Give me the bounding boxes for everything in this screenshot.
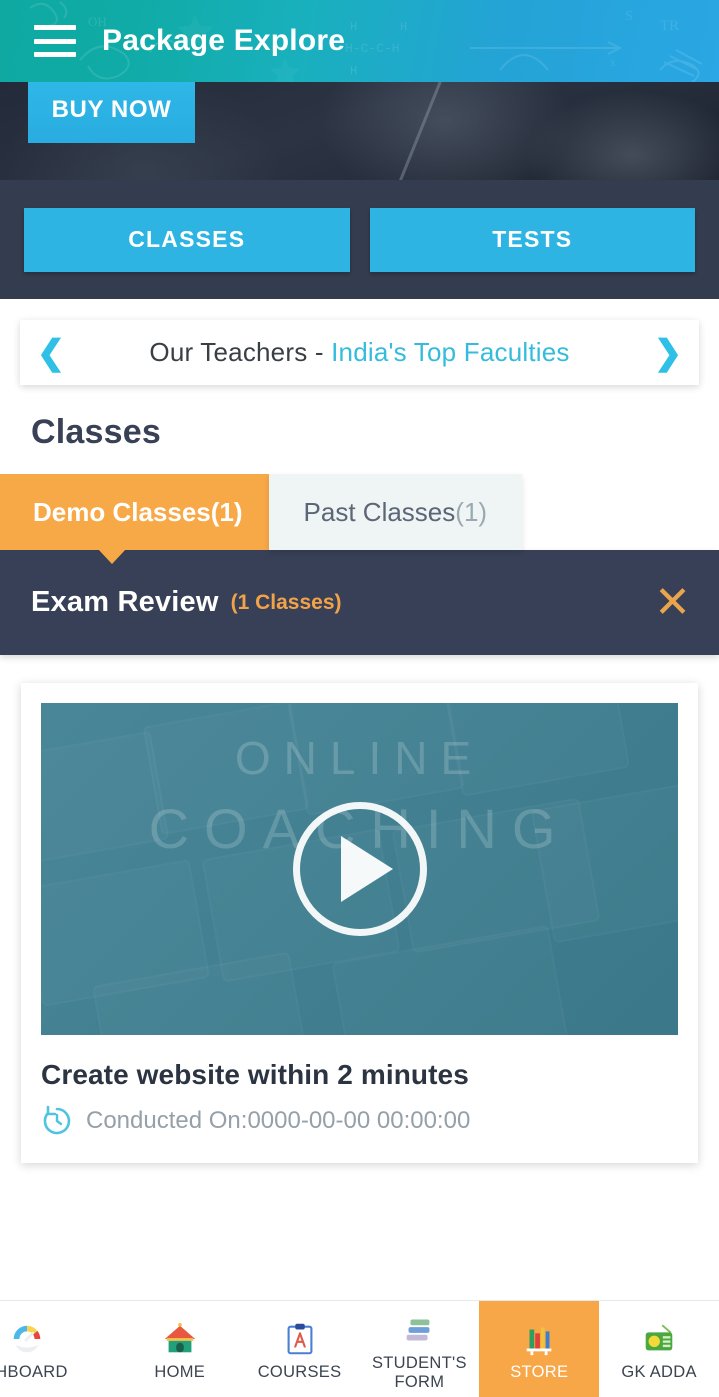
hamburger-bar [34, 38, 76, 44]
nav-item-gk-adda-label: GK ADDA [621, 1363, 697, 1382]
promo-banner: BUY NOW [0, 82, 719, 180]
teachers-banner[interactable]: ❮ Our Teachers - India's Top Faculties ❯ [20, 320, 699, 385]
conducted-on-text: Conducted On:0000-00-00 00:00:00 [86, 1107, 471, 1134]
active-tab-caret-icon [98, 549, 126, 564]
tab-past-classes-label: Past Classes [303, 496, 456, 527]
svg-text:x: x [610, 55, 616, 69]
nav-item-courses[interactable]: COURSES [240, 1301, 360, 1397]
page-title: Package Explore [102, 24, 346, 57]
teachers-banner-highlight: India's Top Faculties [331, 337, 570, 367]
nav-item-dashboard-label: SHBOARD [0, 1363, 68, 1382]
exam-review-header[interactable]: Exam Review (1 Classes) ✕ [0, 550, 719, 655]
exam-review-count: (1 Classes) [230, 590, 342, 614]
tests-button[interactable]: TESTS [369, 207, 695, 272]
nav-item-courses-label: COURSES [257, 1363, 342, 1382]
tab-past-classes[interactable]: Past Classes (1) [268, 474, 523, 550]
section-title: Classes [31, 413, 161, 451]
tab-demo-classes-label: Demo Classes(1) [33, 496, 243, 527]
dashboard-gauge-icon [13, 1325, 41, 1353]
buy-now-button[interactable]: BUY NOW [28, 82, 195, 143]
class-tabs: Demo Classes(1) Past Classes (1) [0, 474, 719, 564]
hamburger-bar [34, 52, 76, 57]
bottom-navigation-bar: SHBOARD HOME COURSES [0, 1300, 719, 1397]
clipboard-icon [287, 1324, 313, 1355]
teachers-banner-text: Our Teachers - India's Top Faculties [66, 337, 653, 368]
chevron-right-icon[interactable]: ❯ [653, 336, 683, 370]
svg-text:H-C-C-H: H-C-C-H [345, 41, 400, 56]
exam-review-title: Exam Review [31, 586, 219, 618]
nav-item-store-label: STORE [510, 1363, 569, 1382]
books-stack-icon [407, 1319, 430, 1341]
teachers-banner-label: Our Teachers - [149, 337, 332, 367]
nav-item-gk-adda[interactable]: GK ADDA [599, 1301, 719, 1397]
radio-icon [645, 1325, 673, 1351]
nav-item-store[interactable]: STORE [479, 1301, 600, 1397]
tab-demo-classes[interactable]: Demo Classes(1) [0, 474, 269, 564]
classes-button[interactable]: CLASSES [24, 207, 350, 272]
play-triangle [340, 836, 393, 902]
play-button-icon[interactable] [292, 802, 427, 936]
hamburger-menu-icon[interactable] [34, 25, 76, 57]
hamburger-bar [34, 25, 76, 30]
bookshelf-icon [526, 1327, 552, 1356]
svg-text:H: H [350, 64, 357, 78]
stopwatch-icon [43, 1105, 71, 1135]
video-thumbnail[interactable]: ONLINE COACHING [41, 703, 678, 1035]
class-card-meta: Conducted On:0000-00-00 00:00:00 [41, 1105, 678, 1137]
svg-text:H: H [350, 20, 357, 34]
nav-item-home-label: HOME [154, 1363, 206, 1382]
app-header: OH H H H H-C-C-H S TR x Package Explore [0, 0, 719, 82]
nav-item-home[interactable]: HOME [120, 1301, 240, 1397]
class-card[interactable]: ONLINE COACHING Create website within 2 … [21, 683, 698, 1163]
close-icon[interactable]: ✕ [654, 580, 691, 625]
svg-text:S: S [625, 9, 633, 24]
tab-past-classes-count: (1) [455, 496, 488, 527]
nav-item-students-form[interactable]: STUDENT'S FORM [359, 1301, 479, 1397]
main-content: ❮ Our Teachers - India's Top Faculties ❯… [0, 299, 719, 1300]
category-tab-bar: CLASSES TESTS [0, 180, 719, 299]
class-card-title: Create website within 2 minutes [41, 1059, 469, 1090]
nav-item-students-form-label: STUDENT'S FORM [372, 1354, 467, 1391]
house-icon [164, 1323, 195, 1353]
nav-item-dashboard[interactable]: SHBOARD [0, 1301, 120, 1397]
chevron-left-icon[interactable]: ❮ [36, 336, 66, 370]
app-root: OH H H H H-C-C-H S TR x Package Explore [0, 0, 719, 1397]
svg-text:H: H [400, 20, 407, 34]
svg-text:TR: TR [660, 18, 679, 34]
